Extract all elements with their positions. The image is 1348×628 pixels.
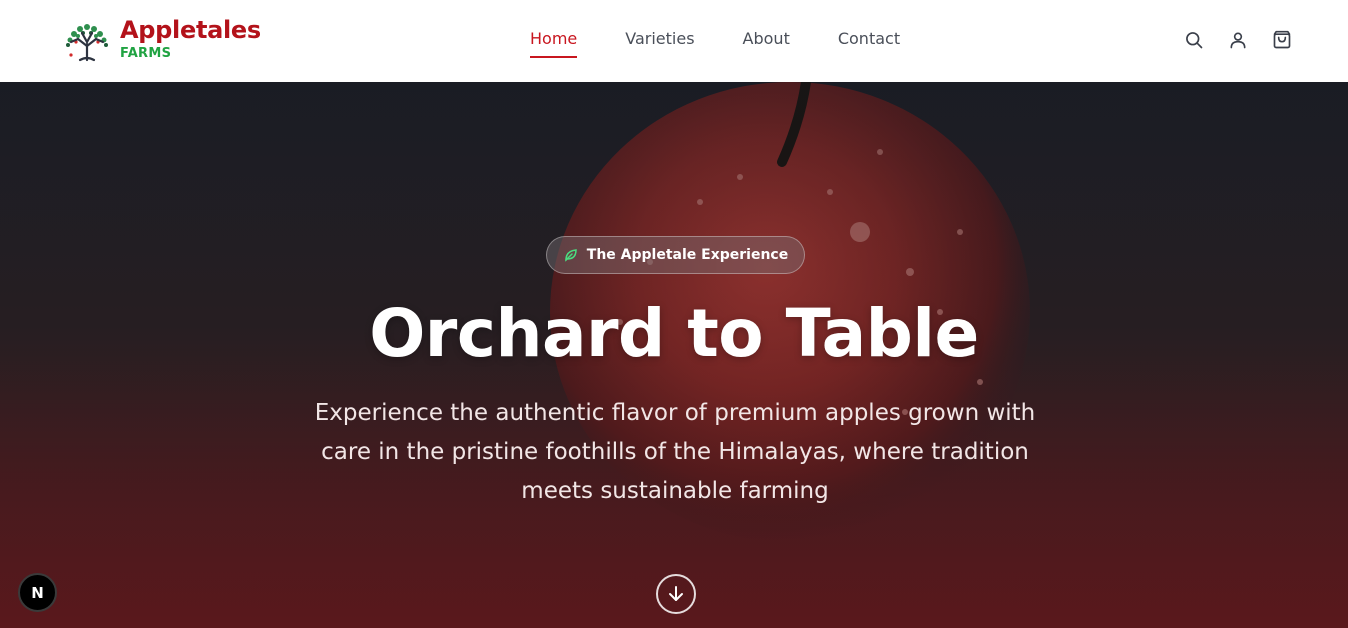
hero-subtitle: Experience the authentic flavor of premi…	[314, 400, 1036, 504]
badge-label: The Appletale Experience	[586, 247, 789, 263]
hero-section: The Appletale Experience Orchard to Tabl…	[0, 82, 1348, 628]
experience-badge: The Appletale Experience	[546, 236, 805, 274]
dev-indicator-label: N	[31, 583, 44, 602]
brand[interactable]: Appletales FARMS	[60, 16, 261, 64]
search-icon[interactable]	[1182, 28, 1206, 52]
leaf-icon	[563, 247, 579, 263]
nav-item-about[interactable]: About	[743, 28, 790, 58]
arrow-down-icon	[666, 584, 686, 604]
cart-icon[interactable]	[1270, 28, 1294, 52]
nav-item-varieties[interactable]: Varieties	[625, 28, 694, 58]
header-actions	[1162, 28, 1294, 52]
dev-indicator-button[interactable]: N	[18, 573, 57, 612]
brand-name: Appletales	[120, 16, 261, 44]
scroll-down-button[interactable]	[656, 574, 696, 614]
nav-item-contact[interactable]: Contact	[838, 28, 900, 58]
hero-title: Orchard to Table	[369, 295, 979, 372]
user-icon[interactable]	[1226, 28, 1250, 52]
brand-subtitle: FARMS	[120, 46, 172, 61]
main-nav: Home Varieties About Contact	[530, 28, 948, 58]
site-header: Appletales FARMS Home Varieties About Co…	[0, 0, 1348, 82]
nav-item-home[interactable]: Home	[530, 28, 578, 58]
tree-logo-icon	[60, 20, 112, 64]
